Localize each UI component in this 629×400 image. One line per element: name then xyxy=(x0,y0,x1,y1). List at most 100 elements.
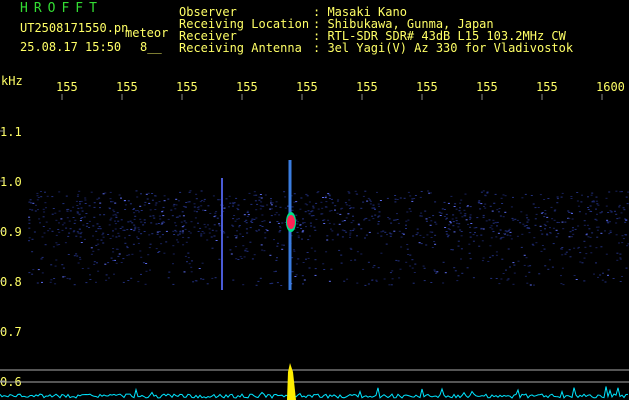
noise-speck xyxy=(229,249,232,251)
noise-speck xyxy=(609,230,612,232)
noise-speck xyxy=(408,208,411,210)
noise-speck xyxy=(369,203,372,205)
noise-speck xyxy=(98,226,101,228)
noise-speck xyxy=(270,215,273,217)
noise-speck xyxy=(46,195,49,197)
noise-speck xyxy=(251,218,254,220)
noise-speck xyxy=(270,208,273,210)
noise-speck xyxy=(263,220,266,222)
noise-speck xyxy=(77,262,80,264)
noise-speck xyxy=(117,232,120,234)
noise-speck xyxy=(583,257,586,259)
noise-speck xyxy=(398,277,401,279)
noise-speck xyxy=(626,245,629,247)
noise-speck xyxy=(371,215,374,217)
noise-speck xyxy=(276,282,279,284)
noise-speck xyxy=(430,237,433,238)
noise-speck xyxy=(502,236,505,238)
noise-speck xyxy=(570,236,573,238)
noise-speck xyxy=(538,273,541,275)
noise-speck xyxy=(184,255,187,257)
noise-speck xyxy=(51,213,54,215)
noise-speck xyxy=(297,221,299,223)
noise-speck xyxy=(409,265,412,267)
noise-speck xyxy=(352,220,355,222)
noise-speck xyxy=(284,207,287,209)
noise-speck xyxy=(429,231,432,233)
noise-speck xyxy=(524,193,527,195)
noise-speck xyxy=(90,191,93,193)
noise-speck xyxy=(427,190,430,192)
noise-speck xyxy=(527,219,530,221)
noise-speck xyxy=(607,274,609,276)
noise-speck xyxy=(200,233,203,235)
noise-speck xyxy=(573,247,576,249)
noise-speck xyxy=(29,199,32,201)
noise-speck xyxy=(618,242,620,244)
noise-speck xyxy=(203,232,206,234)
noise-speck xyxy=(161,234,164,236)
noise-speck xyxy=(90,247,93,249)
noise-speck xyxy=(61,229,64,231)
noise-speck xyxy=(76,211,79,213)
noise-speck xyxy=(445,218,447,220)
noise-speck xyxy=(302,222,304,224)
noise-speck xyxy=(569,231,572,233)
noise-speck xyxy=(385,243,388,245)
noise-speck xyxy=(236,207,239,209)
noise-speck xyxy=(406,244,409,245)
noise-speck xyxy=(140,256,143,258)
noise-speck xyxy=(561,254,564,256)
noise-speck xyxy=(154,204,157,206)
noise-speck xyxy=(83,216,86,218)
noise-speck xyxy=(615,213,618,215)
noise-speck xyxy=(242,245,245,247)
noise-speck xyxy=(295,201,298,203)
noise-speck xyxy=(163,252,166,254)
noise-speck xyxy=(502,273,505,274)
noise-speck xyxy=(349,208,352,209)
noise-speck xyxy=(495,251,498,253)
noise-speck xyxy=(469,258,472,260)
noise-speck xyxy=(36,192,39,194)
noise-speck xyxy=(197,231,200,232)
noise-speck xyxy=(138,229,141,231)
noise-speck xyxy=(238,218,240,220)
noise-speck xyxy=(307,210,310,212)
noise-speck xyxy=(399,268,402,270)
noise-speck xyxy=(256,203,259,205)
noise-speck xyxy=(573,275,576,276)
noise-speck xyxy=(157,252,160,253)
noise-speck xyxy=(481,240,484,242)
noise-speck xyxy=(259,225,262,226)
noise-speck xyxy=(42,208,45,210)
noise-speck xyxy=(134,227,137,229)
noise-speck xyxy=(279,206,282,208)
noise-speck xyxy=(459,207,461,209)
noise-speck xyxy=(115,262,118,264)
noise-speck xyxy=(398,230,401,232)
noise-speck xyxy=(495,254,498,256)
noise-speck xyxy=(606,221,609,223)
noise-speck xyxy=(492,222,495,224)
noise-speck xyxy=(507,278,510,280)
noise-speck xyxy=(337,199,340,201)
noise-speck xyxy=(451,218,454,220)
noise-speck xyxy=(378,205,381,207)
noise-speck xyxy=(512,219,515,221)
noise-speck xyxy=(73,284,76,286)
noise-speck xyxy=(409,195,412,197)
noise-speck xyxy=(355,193,358,195)
noise-speck xyxy=(550,206,553,208)
noise-speck xyxy=(209,213,212,214)
noise-speck xyxy=(276,245,279,247)
noise-speck xyxy=(232,225,235,227)
noise-speck xyxy=(176,239,178,241)
noise-speck xyxy=(196,211,198,213)
noise-speck xyxy=(397,260,400,262)
noise-speck xyxy=(472,240,475,242)
noise-speck xyxy=(490,237,493,239)
noise-speck xyxy=(159,236,162,238)
noise-speck xyxy=(453,267,456,269)
noise-speck xyxy=(434,234,437,236)
